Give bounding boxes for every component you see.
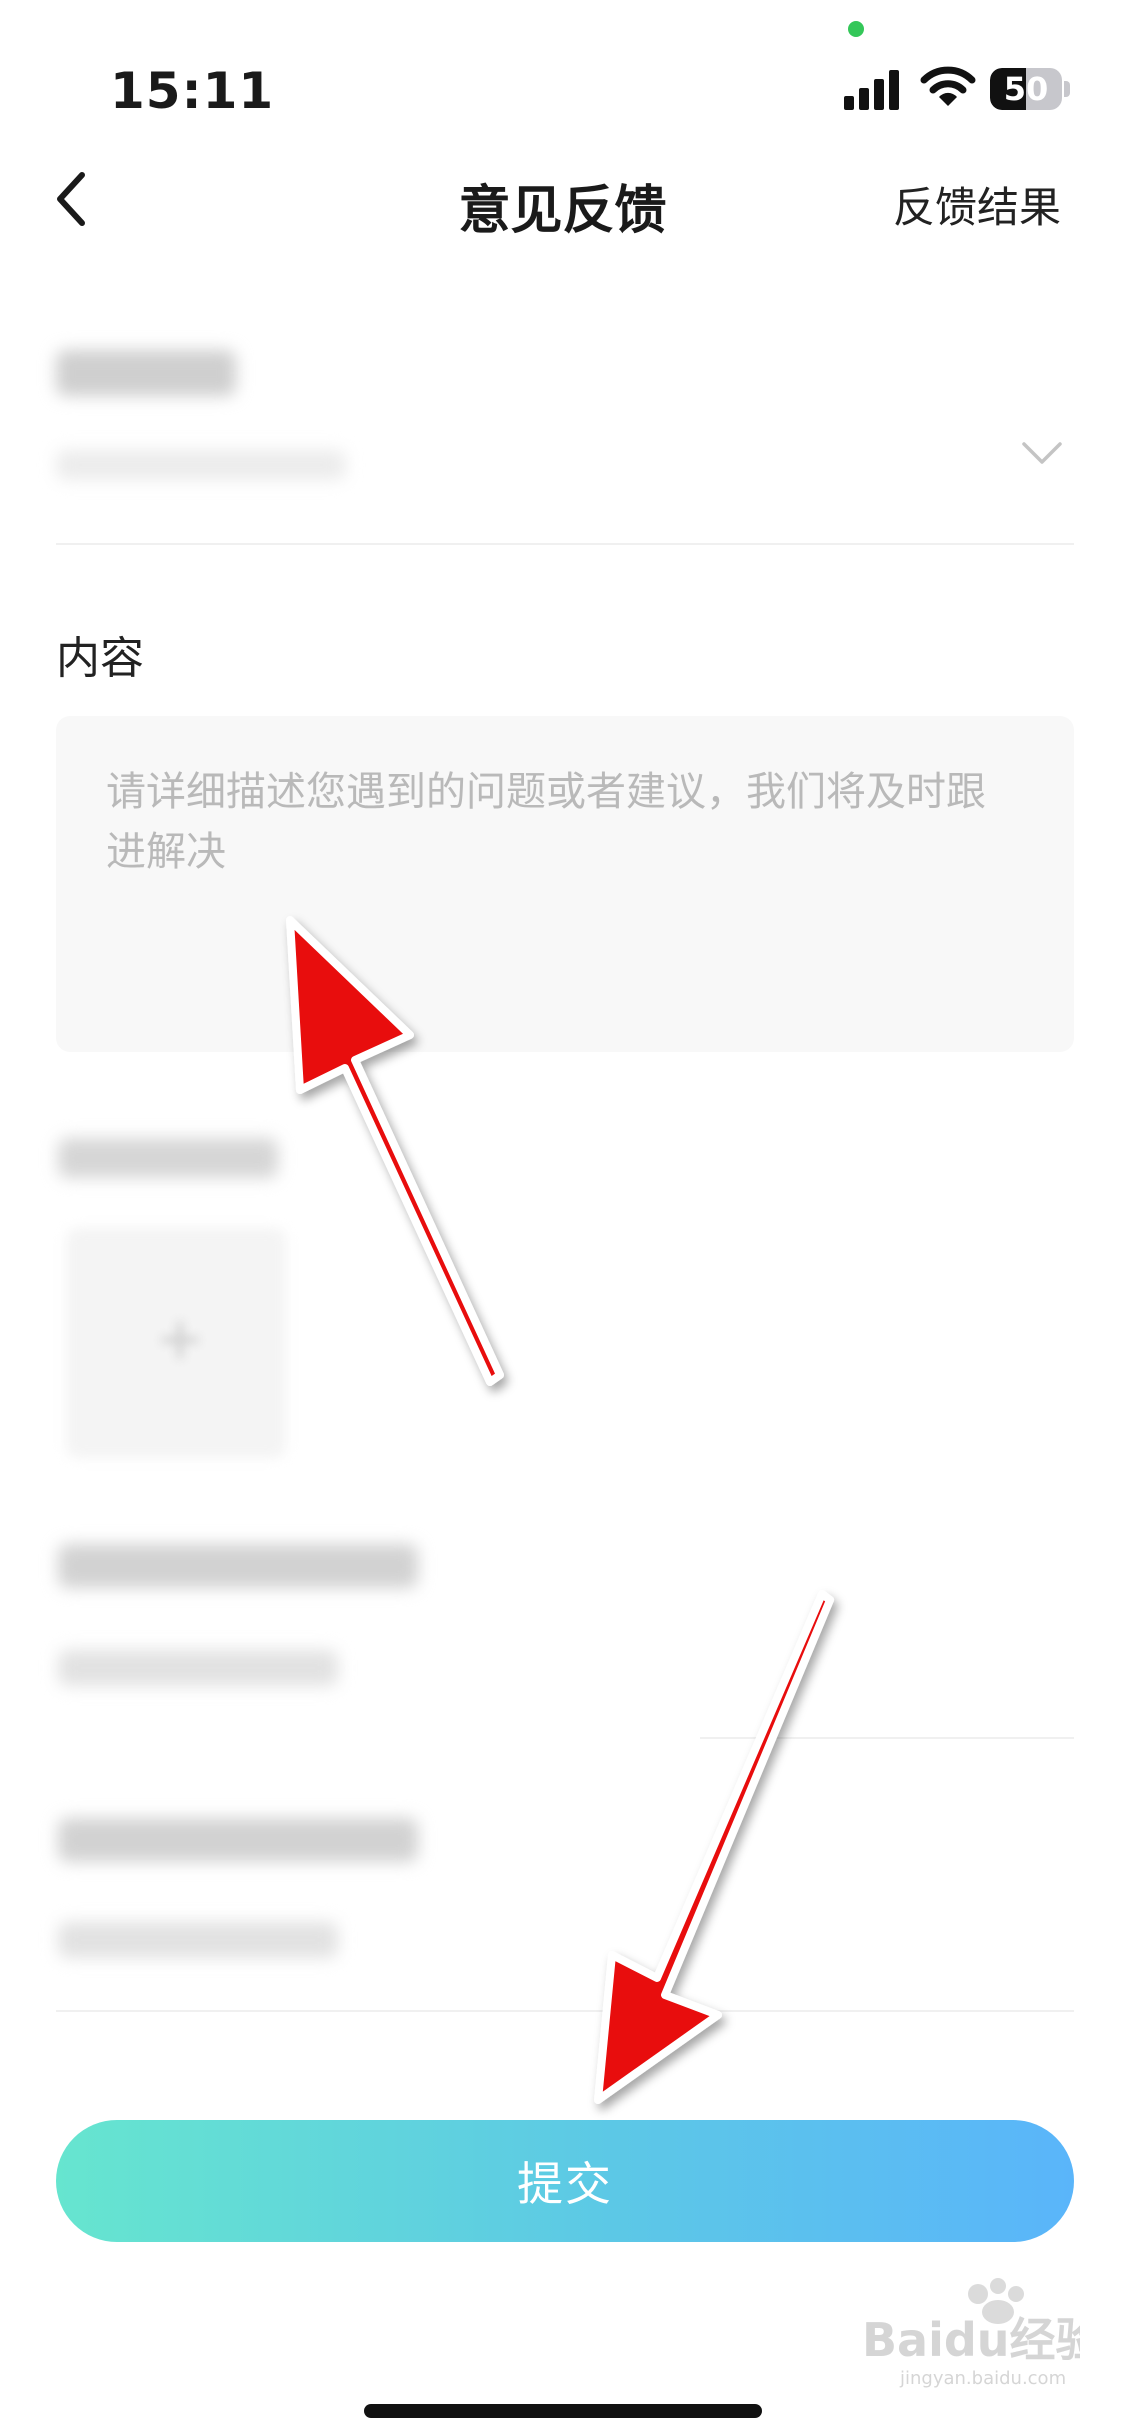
- feedback-type-value: [56, 450, 346, 480]
- signal-icon: [844, 70, 899, 110]
- content-textarea[interactable]: [56, 716, 1074, 1052]
- feedback-type-selector[interactable]: [56, 330, 1074, 545]
- content-input-container: [56, 716, 1074, 1052]
- privacy-indicator-dot: [848, 21, 864, 37]
- wifi-icon: [920, 66, 976, 106]
- phone-field-input[interactable]: [58, 1922, 338, 1958]
- image-section-label: [58, 1138, 278, 1178]
- phone-field-label: [58, 1818, 418, 1862]
- battery-icon: 50: [990, 68, 1070, 110]
- battery-level: 50: [1003, 70, 1049, 108]
- contact-field-label: [58, 1544, 418, 1588]
- contact-field-input[interactable]: [58, 1650, 338, 1686]
- feedback-page: 15:11 50 意见反馈 反馈结果 内容 请详细描述您遇到的问题或者建议，我们…: [0, 0, 1125, 2436]
- arrow-to-submit: [594, 1590, 834, 2104]
- chevron-down-icon: [1022, 442, 1062, 464]
- baidu-jingyan-watermark: Baidu经验 jingyan.baidu.com: [862, 2278, 1080, 2389]
- svg-text:Baidu经验: Baidu经验: [862, 2313, 1080, 2367]
- feedback-results-link[interactable]: 反馈结果: [893, 174, 1061, 235]
- nav-bar: 意见反馈 反馈结果: [0, 140, 1125, 260]
- home-indicator: [364, 2404, 762, 2418]
- plus-icon: [162, 1322, 198, 1358]
- submit-button[interactable]: 提交: [56, 2120, 1074, 2242]
- divider: [700, 1737, 1074, 1739]
- svg-text:jingyan.baidu.com: jingyan.baidu.com: [899, 2368, 1066, 2389]
- content-label: 内容: [56, 633, 144, 684]
- status-bar: 15:11 50: [0, 0, 1125, 140]
- feedback-type-label: [56, 350, 236, 396]
- status-time: 15:11: [110, 62, 275, 120]
- divider: [56, 2010, 1074, 2012]
